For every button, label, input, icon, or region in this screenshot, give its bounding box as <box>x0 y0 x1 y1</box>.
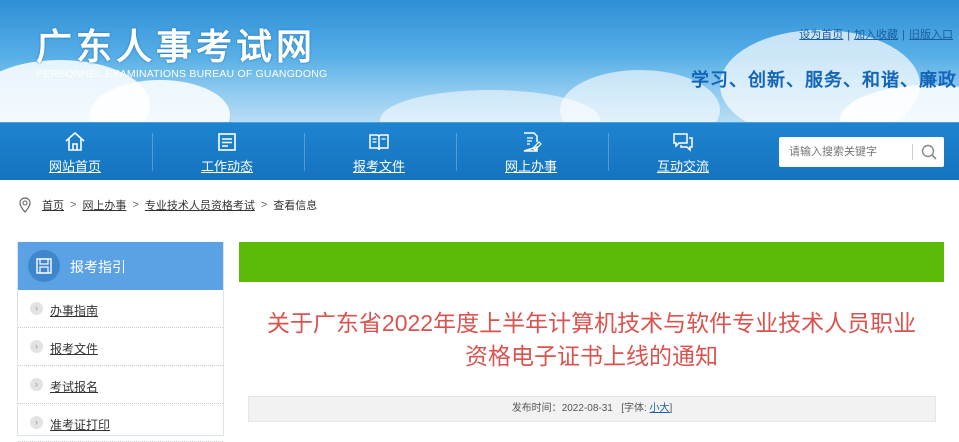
nav-item-label: 网上办事 <box>504 159 557 174</box>
sidebar: 报考指引 › 办事指南 › 报考文件 › 考试报名 › 准考证打印 <box>17 242 224 442</box>
nav-item-label: 互动交流 <box>656 159 709 174</box>
book-icon <box>369 134 389 151</box>
save-icon <box>36 258 52 274</box>
nav-item-label: 网站首页 <box>48 159 101 174</box>
nav-item-online-services[interactable]: 网上办事 <box>456 123 606 181</box>
sidebar-item-guide[interactable]: › 办事指南 <box>18 290 223 328</box>
font-size-label: [字体: <box>621 403 647 414</box>
site-logo-subtitle: PERSONNEL EXAMINATIONS BUREAU OF GUANGDO… <box>36 68 328 80</box>
chevron-right-icon: › <box>30 416 43 429</box>
sidebar-header: 报考指引 <box>18 242 223 290</box>
nav-item-label: 工作动态 <box>200 159 253 174</box>
chevron-right-icon: › <box>30 378 43 391</box>
top-links: 设为首页 | 加入收藏 | 旧版入口 <box>799 29 953 41</box>
list-icon <box>218 133 236 151</box>
breadcrumb-separator: > <box>70 199 77 211</box>
article-title: 关于广东省2022年度上半年计算机技术与软件专业技术人员职业 资格电子证书上线的… <box>239 307 944 373</box>
search-divider <box>912 144 913 160</box>
breadcrumb-separator: > <box>260 199 268 211</box>
font-size-close: ] <box>669 403 673 414</box>
site-banner: 广东人事考试网 PERSONNEL EXAMINATIONS BUREAU OF… <box>0 0 959 122</box>
sidebar-item-label[interactable]: 准考证打印 <box>50 416 110 433</box>
sidebar-item-admission-ticket[interactable]: › 准考证打印 <box>18 404 223 442</box>
nav-item-label: 报考文件 <box>352 159 405 174</box>
chevron-right-icon: › <box>30 302 43 315</box>
font-small-link[interactable]: 小 <box>650 403 660 414</box>
nav-item-home[interactable]: 网站首页 <box>0 123 150 181</box>
edit-icon <box>523 132 542 152</box>
sidebar-title: 报考指引 <box>70 259 126 275</box>
breadcrumb-online-services-link[interactable]: 网上办事 <box>82 197 126 213</box>
chat-icon <box>673 133 693 152</box>
chevron-right-icon: › <box>30 340 43 353</box>
search-input[interactable] <box>789 143 909 161</box>
old-version-link[interactable]: 旧版入口 <box>909 29 953 41</box>
main-nav: 网站首页 工作动态 报考文件 网上办事 互动交流 <box>0 122 959 180</box>
search-box <box>779 137 944 167</box>
site-slogan: 学习、创新、服务、和谐、廉政 <box>691 70 957 90</box>
sidebar-header-icon-bg <box>28 250 60 282</box>
article-title-line: 资格电子证书上线的通知 <box>465 343 718 369</box>
nav-item-interaction[interactable]: 互动交流 <box>608 123 758 181</box>
font-large-link[interactable]: 大 <box>660 403 670 414</box>
article-title-line: 关于广东省2022年度上半年计算机技术与软件专业技术人员职业 <box>266 310 917 336</box>
sidebar-item-exam-docs[interactable]: › 报考文件 <box>18 328 223 366</box>
sidebar-item-label[interactable]: 报考文件 <box>50 340 98 357</box>
breadcrumb-separator: > <box>132 199 139 211</box>
add-favorite-link[interactable]: 加入收藏 <box>854 29 898 41</box>
breadcrumb-current: 查看信息 <box>273 200 318 212</box>
breadcrumb-home-link[interactable]: 首页 <box>42 197 64 213</box>
set-homepage-link[interactable]: 设为首页 <box>799 29 843 41</box>
content-header-bar <box>239 242 944 282</box>
breadcrumb-exam-link[interactable]: 专业技术人员资格考试 <box>145 197 255 213</box>
nav-item-work-news[interactable]: 工作动态 <box>152 123 302 181</box>
breadcrumb: 首页 > 网上办事 > 专业技术人员资格考试 > 查看信息 <box>18 197 317 213</box>
publish-label: 发布时间： <box>511 403 562 414</box>
search-icon[interactable] <box>918 142 940 162</box>
sidebar-item-registration[interactable]: › 考试报名 <box>18 366 223 404</box>
publish-date: 2022-08-31 <box>561 403 613 414</box>
article-meta: 发布时间：2022-08-31 [字体: 小大] <box>248 396 936 422</box>
nav-item-exam-docs[interactable]: 报考文件 <box>304 123 454 181</box>
site-logo-title: 广东人事考试网 <box>36 27 317 68</box>
sidebar-item-label[interactable]: 考试报名 <box>50 378 98 395</box>
location-pin-icon <box>19 197 31 213</box>
home-icon <box>65 131 85 151</box>
sidebar-item-label[interactable]: 办事指南 <box>50 302 98 319</box>
